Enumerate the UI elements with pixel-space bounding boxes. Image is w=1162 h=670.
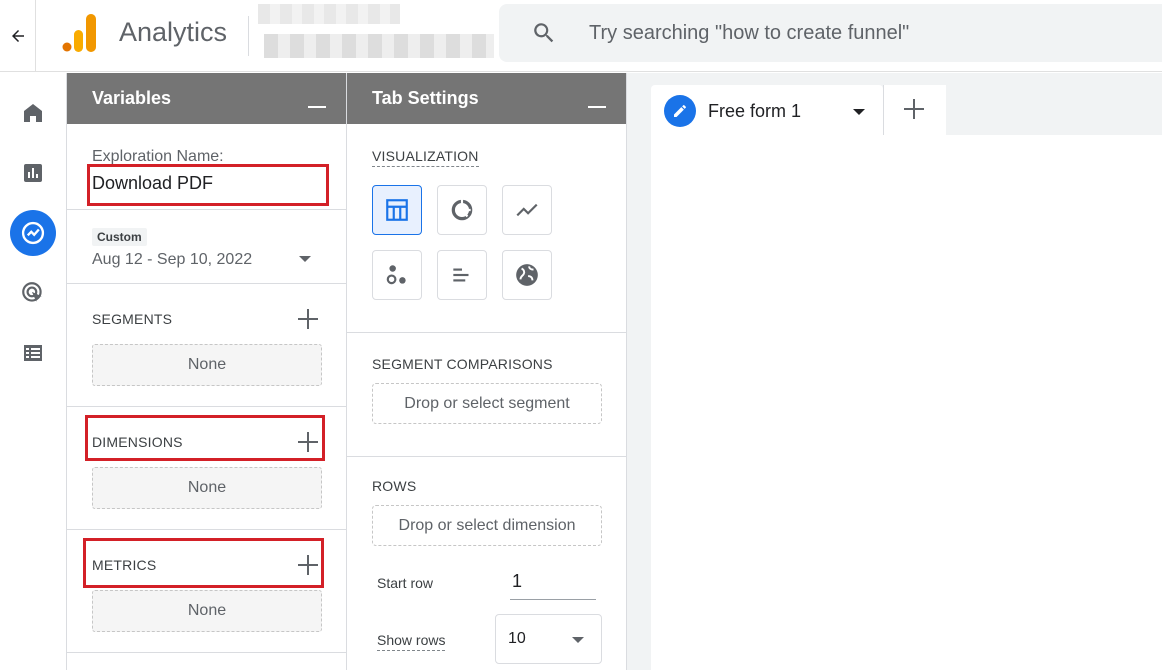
variables-title: Variables <box>92 88 172 108</box>
table-icon <box>386 199 408 221</box>
variables-header: Variables <box>67 73 346 124</box>
add-tab-button[interactable] <box>883 85 946 135</box>
pencil-icon <box>674 105 686 117</box>
metrics-none[interactable]: None <box>92 590 322 632</box>
highlight-dimensions <box>85 415 325 461</box>
nav-reports[interactable] <box>10 150 56 196</box>
plus-icon <box>904 99 926 121</box>
start-row-input[interactable]: 1 <box>510 571 596 600</box>
divider <box>347 456 626 457</box>
rows-drop-zone[interactable]: Drop or select dimension <box>372 505 602 546</box>
account-name-redacted[interactable] <box>258 4 400 24</box>
date-range[interactable]: Aug 12 - Sep 10, 2022 <box>92 251 252 269</box>
left-nav-rail <box>0 73 66 670</box>
segments-label: SEGMENTS <box>92 311 173 327</box>
viz-line[interactable] <box>502 185 552 235</box>
divider <box>67 529 346 530</box>
show-rows-value: 10 <box>508 630 526 647</box>
search-input[interactable]: Try searching "how to create funnel" <box>589 22 909 45</box>
add-segment-button[interactable] <box>298 309 318 329</box>
variables-panel: Variables Exploration Name: Download PDF… <box>66 73 347 670</box>
viz-donut[interactable] <box>437 185 487 235</box>
viz-geo[interactable] <box>502 250 552 300</box>
viz-scatter[interactable] <box>372 250 422 300</box>
property-name-redacted[interactable] <box>264 34 494 58</box>
tab-free-form-1[interactable]: Free form 1 <box>651 85 883 135</box>
line-chart-icon <box>516 203 538 217</box>
divider <box>67 209 346 210</box>
home-icon <box>24 104 42 122</box>
divider <box>67 283 346 284</box>
divider <box>67 652 346 653</box>
header-divider <box>248 16 249 56</box>
arrow-back-icon <box>11 30 24 42</box>
bar-chart-icon <box>453 268 469 282</box>
edit-tab-button[interactable] <box>664 95 696 127</box>
collapse-tab-settings-button[interactable] <box>588 106 606 108</box>
analytics-logo-icon[interactable] <box>62 14 96 52</box>
canvas-area: Free form 1 <box>627 73 1162 670</box>
donut-chart-icon <box>451 199 473 221</box>
show-rows-select[interactable]: 10 <box>495 614 602 664</box>
top-bar: Analytics Try searching "how to create f… <box>0 0 1162 72</box>
segments-none[interactable]: None <box>92 344 322 386</box>
advertising-icon <box>22 282 42 302</box>
app-name: Analytics <box>119 17 228 47</box>
rows-label: ROWS <box>372 478 417 494</box>
back-button[interactable] <box>0 0 36 72</box>
segment-comparisons-label: SEGMENT COMPARISONS <box>372 356 553 372</box>
nav-explore[interactable] <box>10 210 56 256</box>
divider <box>347 332 626 333</box>
viz-bar[interactable] <box>437 250 487 300</box>
chevron-down-icon[interactable] <box>853 109 865 115</box>
highlight-exploration-name <box>87 164 329 206</box>
nav-advertising[interactable] <box>10 270 56 316</box>
reports-icon <box>24 164 42 182</box>
date-badge: Custom <box>92 228 147 246</box>
tab-settings-title: Tab Settings <box>372 88 479 108</box>
configure-icon <box>24 345 42 361</box>
segment-drop-zone[interactable]: Drop or select segment <box>372 383 602 424</box>
nav-configure[interactable] <box>10 330 56 376</box>
tab-settings-panel: Tab Settings VISUALIZATION SEGMENT COMPA… <box>347 73 627 670</box>
nav-home[interactable] <box>10 90 56 136</box>
dimensions-none[interactable]: None <box>92 467 322 509</box>
scatter-plot-icon <box>386 265 406 285</box>
search-icon <box>534 23 554 43</box>
tab-settings-header: Tab Settings <box>347 73 626 124</box>
viz-table[interactable] <box>372 185 422 235</box>
explore-icon <box>21 221 45 245</box>
highlight-metrics <box>83 538 324 588</box>
geo-map-icon <box>516 264 538 286</box>
search-bar[interactable]: Try searching "how to create funnel" <box>499 4 1162 62</box>
chevron-down-icon[interactable] <box>299 256 311 262</box>
tab-label: Free form 1 <box>708 101 802 121</box>
show-rows-label: Show rows <box>377 632 446 651</box>
collapse-variables-button[interactable] <box>308 106 326 108</box>
divider <box>67 406 346 407</box>
start-row-label: Start row <box>377 575 434 591</box>
canvas-body <box>651 135 1162 670</box>
visualization-label: VISUALIZATION <box>372 148 479 167</box>
chevron-down-icon <box>572 637 584 643</box>
